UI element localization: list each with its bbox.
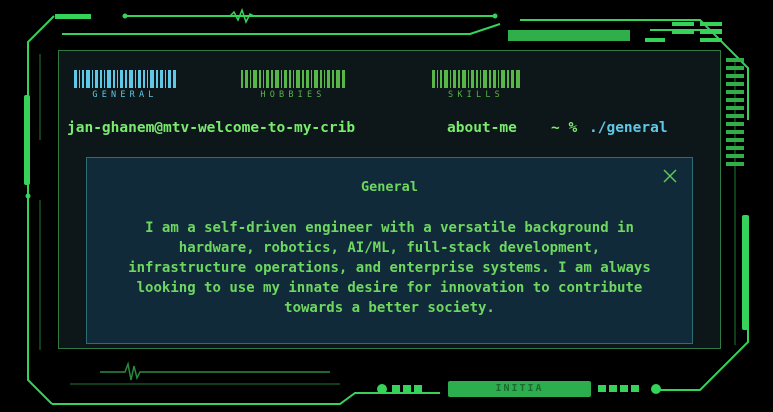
close-button[interactable] (662, 168, 678, 184)
barcode-icon (241, 70, 345, 88)
tab-hobbies[interactable]: HOBBIES (241, 70, 345, 100)
close-icon (663, 169, 677, 183)
init-button[interactable]: INITIA (448, 381, 591, 397)
tab-skills[interactable]: SKILLS (432, 70, 520, 100)
prompt-symbol: ~ % (551, 120, 578, 136)
dialog-title: General (361, 179, 418, 195)
barcode-icon (432, 70, 520, 88)
tab-label: SKILLS (448, 90, 504, 100)
general-dialog: General I am a self-driven engineer with… (86, 157, 693, 344)
prompt-directory: about-me (447, 120, 517, 136)
tab-label: HOBBIES (260, 90, 326, 100)
barcode-icon (74, 70, 176, 88)
tab-label: GENERAL (92, 90, 158, 100)
tab-general[interactable]: GENERAL (74, 70, 176, 100)
prompt-user: jan-ghanem@mtv-welcome-to-my-crib (67, 120, 356, 136)
dialog-body: I am a self-driven engineer with a versa… (128, 220, 651, 316)
prompt-command: ./general (589, 120, 668, 136)
